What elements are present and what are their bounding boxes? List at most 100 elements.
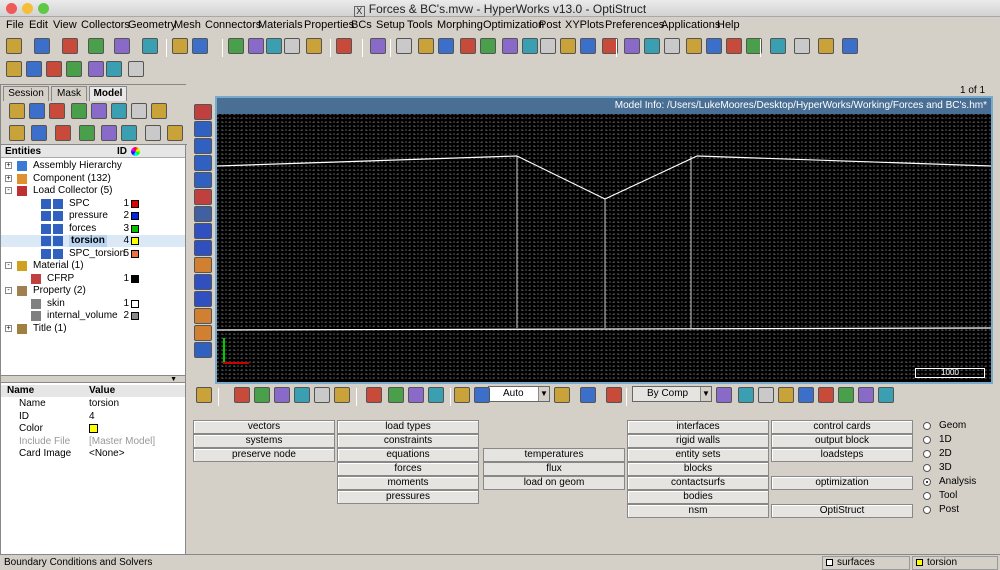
toolbar1-icon-27[interactable] xyxy=(522,38,538,54)
menu-help[interactable]: Help xyxy=(717,19,740,31)
bottom-tool-icon-5[interactable] xyxy=(274,387,290,403)
toolbar1-icon-25[interactable] xyxy=(480,38,496,54)
tree-item-skin[interactable]: skin 1 xyxy=(1,298,185,310)
toolbar1-icon-42[interactable] xyxy=(794,38,810,54)
bottom-tool2-icon-3[interactable] xyxy=(606,387,622,403)
menu-properties[interactable]: Properties xyxy=(304,19,354,31)
vis-tool-icon-3[interactable] xyxy=(194,138,212,154)
expand-icon[interactable]: + xyxy=(5,324,12,332)
menu-geometry[interactable]: Geometry xyxy=(128,19,176,31)
menu-file[interactable]: File xyxy=(6,19,24,31)
toolbar1-icon-15[interactable] xyxy=(306,38,322,54)
menu-mesh[interactable]: Mesh xyxy=(174,19,201,31)
bottom-tool-icon-15[interactable] xyxy=(454,387,470,403)
tree-item-load-collector-5[interactable]: - Load Collector (5) xyxy=(1,185,185,197)
bottom-tool2-icon-1[interactable] xyxy=(554,387,570,403)
menu-materials[interactable]: Materials xyxy=(258,19,303,31)
panel-button-vectors[interactable]: vectors xyxy=(193,420,335,434)
bottom-tool2-icon-11[interactable] xyxy=(838,387,854,403)
menu-setup[interactable]: Setup xyxy=(376,19,405,31)
menu-applications[interactable]: Applications xyxy=(661,19,720,31)
current-component[interactable]: surfaces xyxy=(822,556,910,570)
bottom-tool2-icon-12[interactable] xyxy=(858,387,874,403)
id-column-header[interactable]: ID xyxy=(117,146,127,157)
menu-edit[interactable]: Edit xyxy=(29,19,48,31)
bottom-tool2-icon-6[interactable] xyxy=(738,387,754,403)
color-swatch[interactable] xyxy=(131,224,139,233)
color-swatch[interactable] xyxy=(131,299,139,308)
bottom-tool2-icon-10[interactable] xyxy=(818,387,834,403)
mesh-view[interactable] xyxy=(217,114,991,382)
menu-morphing[interactable]: Morphing xyxy=(437,19,483,31)
expand-icon[interactable]: + xyxy=(5,174,12,182)
bottom-tool-icon-8[interactable] xyxy=(334,387,350,403)
browser-tool2-icon-6[interactable] xyxy=(121,125,137,141)
toolbar2-icon-4[interactable] xyxy=(66,61,82,77)
browser-tool-icon-7[interactable] xyxy=(131,103,147,119)
color-swatch[interactable] xyxy=(89,424,98,433)
bottom-tool2-icon-8[interactable] xyxy=(778,387,794,403)
toolbar1-icon-28[interactable] xyxy=(540,38,556,54)
tree-item-internal-volume[interactable]: internal_volume 2 xyxy=(1,310,185,322)
panel-button-load-types[interactable]: load types xyxy=(337,420,479,434)
property-value[interactable]: [Master Model] xyxy=(89,436,155,448)
toolbar1-icon-19[interactable] xyxy=(370,38,386,54)
tree-item-component-132[interactable]: + Component (132) xyxy=(1,173,185,185)
browser-tool-icon-2[interactable] xyxy=(29,103,45,119)
vis-tool-icon-4[interactable] xyxy=(194,155,212,171)
property-row-name[interactable]: Name torsion xyxy=(1,398,185,410)
radio-1d[interactable]: 1D xyxy=(923,434,983,446)
toolbar1-icon-36[interactable] xyxy=(686,38,702,54)
vis-tool-icon-6[interactable] xyxy=(194,189,212,205)
color-swatch[interactable] xyxy=(131,199,139,208)
tree-item-pressure[interactable]: pressure 2 xyxy=(1,210,185,222)
property-value[interactable]: <None> xyxy=(89,448,125,460)
toolbar1-icon-5[interactable] xyxy=(114,38,130,54)
panel-button-constraints[interactable]: constraints xyxy=(337,434,479,448)
vis-tool-icon-10[interactable] xyxy=(194,257,212,273)
bottom-tool-icon-7[interactable] xyxy=(314,387,330,403)
panel-button-rigid-walls[interactable]: rigid walls xyxy=(627,434,769,448)
menu-post[interactable]: Post xyxy=(539,19,561,31)
toolbar1-icon-37[interactable] xyxy=(706,38,722,54)
bottom-tool-icon-11[interactable] xyxy=(388,387,404,403)
color-swatch[interactable] xyxy=(131,274,139,283)
panel-button-pressures[interactable]: pressures xyxy=(337,490,479,504)
graphics-viewport[interactable]: Model Info: /Users/LukeMoores/Desktop/Hy… xyxy=(215,96,993,384)
current-load-collector[interactable]: torsion xyxy=(912,556,998,570)
tree-item-forces[interactable]: forces 3 xyxy=(1,223,185,235)
radio-2d[interactable]: 2D xyxy=(923,448,983,460)
browser-tool-icon-1[interactable] xyxy=(9,103,25,119)
radio-analysis[interactable]: Analysis xyxy=(923,476,983,488)
toolbar1-icon-11[interactable] xyxy=(228,38,244,54)
property-value[interactable]: 4 xyxy=(89,411,95,423)
toolbar1-icon-26[interactable] xyxy=(502,38,518,54)
color-mode-select[interactable]: By Comp ▼ xyxy=(632,386,712,402)
panel-splitter[interactable]: ▼ xyxy=(1,375,185,383)
color-swatch[interactable] xyxy=(131,237,139,245)
panel-button-nsm[interactable]: nsm xyxy=(627,504,769,518)
panel-button-moments[interactable]: moments xyxy=(337,476,479,490)
toolbar1-icon-23[interactable] xyxy=(438,38,454,54)
browser-tool-icon-3[interactable] xyxy=(49,103,65,119)
toolbar1-icon-21[interactable] xyxy=(396,38,412,54)
panel-button-bodies[interactable]: bodies xyxy=(627,490,769,504)
browser-tool2-icon-3[interactable] xyxy=(55,125,71,141)
browser-tool2-icon-1[interactable] xyxy=(9,125,25,141)
vis-tool-icon-15[interactable] xyxy=(194,342,212,358)
vis-tool-icon-14[interactable] xyxy=(194,325,212,341)
browser-tool2-icon-4[interactable] xyxy=(79,125,95,141)
toolbar1-icon-41[interactable] xyxy=(770,38,786,54)
panel-button-entity-sets[interactable]: entity sets xyxy=(627,448,769,462)
menu-tools[interactable]: Tools xyxy=(407,19,433,31)
toolbar2-icon-5[interactable] xyxy=(88,61,104,77)
toolbar1-icon-30[interactable] xyxy=(580,38,596,54)
panel-button-control-cards[interactable]: control cards xyxy=(771,420,913,434)
toolbar1-icon-43[interactable] xyxy=(818,38,834,54)
tree-item-cfrp[interactable]: CFRP 1 xyxy=(1,273,185,285)
toolbar2-icon-2[interactable] xyxy=(26,61,42,77)
tree-item-spc[interactable]: SPC 1 xyxy=(1,198,185,210)
radio-geom[interactable]: Geom xyxy=(923,420,983,432)
toolbar1-icon-44[interactable] xyxy=(842,38,858,54)
panel-button-forces[interactable]: forces xyxy=(337,462,479,476)
